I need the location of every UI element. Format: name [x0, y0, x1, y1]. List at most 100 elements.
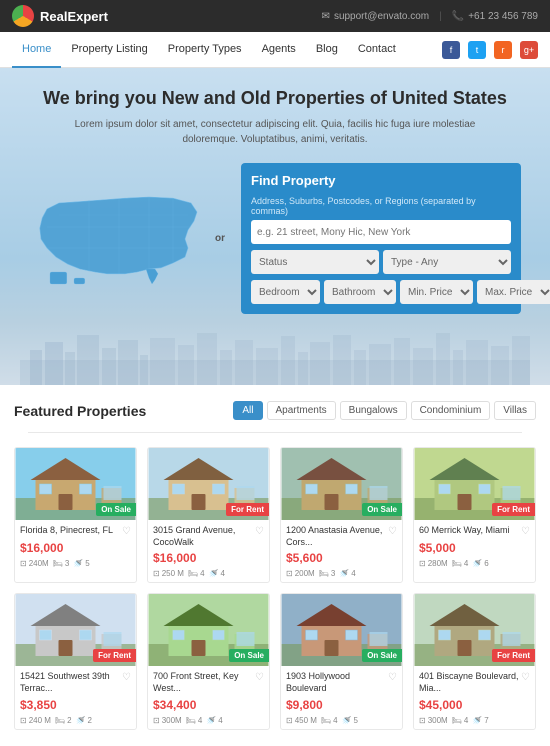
baths-detail: 🚿 5 [342, 716, 358, 725]
property-price: $5,600 [286, 551, 397, 565]
max-price-select[interactable]: Max. Price [477, 280, 550, 304]
property-address: 60 Merrick Way, Miami ♡ [419, 525, 530, 538]
filter-apartments[interactable]: Apartments [267, 401, 336, 420]
favorite-icon[interactable]: ♡ [521, 671, 530, 684]
facebook-icon[interactable]: f [442, 41, 460, 59]
area-detail: ⊡ 450 M [286, 716, 317, 725]
property-info: Florida 8, Pinecrest, FL ♡ $16,000 ⊡ 240… [15, 520, 136, 572]
favorite-icon[interactable]: ♡ [122, 525, 131, 538]
baths-detail: 🚿 4 [339, 569, 355, 578]
area-detail: ⊡ 280M [419, 559, 448, 568]
property-card[interactable]: On Sale Florida 8, Pinecrest, FL ♡ $16,0… [14, 447, 137, 583]
property-image: For Rent [414, 448, 535, 520]
search-box-title: Find Property [251, 173, 511, 188]
property-address: 1200 Anastasia Avenue, Cors... ♡ [286, 525, 397, 548]
type-select[interactable]: Type - Any Apartment Bungalow Villa [383, 250, 511, 274]
property-address: 3015 Grand Avenue, CocoWalk ♡ [153, 525, 264, 548]
property-image: On Sale [15, 448, 136, 520]
bath-icon: 🚿 [472, 559, 482, 568]
favorite-icon[interactable]: ♡ [255, 525, 264, 538]
baths-detail: 🚿 5 [73, 559, 89, 568]
min-price-select[interactable]: Min. Price [400, 280, 473, 304]
property-address: Florida 8, Pinecrest, FL ♡ [20, 525, 131, 538]
property-price: $34,400 [153, 698, 264, 712]
property-image: For Rent [414, 594, 535, 666]
status-select[interactable]: Status For Sale For Rent [251, 250, 379, 274]
rss-icon[interactable]: r [494, 41, 512, 59]
property-details: ⊡ 280M 🛏 4 🚿 6 [419, 559, 530, 568]
property-address: 700 Front Street, Key West... ♡ [153, 671, 264, 694]
hero-map-row: or Find Property Address, Suburbs, Postc… [20, 163, 530, 324]
twitter-icon[interactable]: t [468, 41, 486, 59]
favorite-icon[interactable]: ♡ [388, 525, 397, 538]
property-card[interactable]: On Sale 700 Front Street, Key West... ♡ … [147, 593, 270, 729]
property-price: $9,800 [286, 698, 397, 712]
googleplus-icon[interactable]: g+ [520, 41, 538, 59]
filter-condominium[interactable]: Condominium [411, 401, 491, 420]
bed-icon: 🛏 [321, 716, 331, 725]
header: RealExpert ✉ support@envato.com | 📞 +61 … [0, 0, 550, 32]
property-card[interactable]: On Sale 1200 Anastasia Avenue, Cors... ♡… [280, 447, 403, 583]
property-details: ⊡ 300M 🛏 4 🚿 7 [419, 716, 530, 725]
area-icon: ⊡ [286, 716, 293, 725]
navbar: Home Property Listing Property Types Age… [0, 32, 550, 68]
bed-icon: 🛏 [188, 569, 198, 578]
property-image: On Sale [281, 594, 402, 666]
bath-icon: 🚿 [342, 716, 352, 725]
bathroom-select[interactable]: Bathroom 1234 [324, 280, 396, 304]
bath-icon: 🚿 [76, 716, 86, 725]
area-icon: ⊡ [419, 716, 426, 725]
beds-detail: 🛏 4 [321, 716, 338, 725]
baths-detail: 🚿 4 [206, 716, 222, 725]
nav-agents[interactable]: Agents [252, 32, 306, 68]
property-card[interactable]: On Sale 1903 Hollywood Boulevard ♡ $9,80… [280, 593, 403, 729]
beds-detail: 🛏 2 [55, 716, 72, 725]
property-card[interactable]: For Rent 401 Biscayne Boulevard, Mia... … [413, 593, 536, 729]
property-image: On Sale [148, 594, 269, 666]
bath-icon: 🚿 [472, 716, 482, 725]
filter-bungalows[interactable]: Bungalows [340, 401, 407, 420]
nav-home[interactable]: Home [12, 32, 61, 68]
property-address: 15421 Southwest 39th Terrac... ♡ [20, 671, 131, 694]
nav-contact[interactable]: Contact [348, 32, 406, 68]
bedroom-select[interactable]: Bedroom 1234 [251, 280, 320, 304]
nav-property-listing[interactable]: Property Listing [61, 32, 157, 68]
header-contact: ✉ support@envato.com | 📞 +61 23 456 789 [322, 11, 538, 22]
bath-icon: 🚿 [209, 569, 219, 578]
baths-detail: 🚿 4 [209, 569, 225, 578]
skyline-silhouette [20, 330, 530, 385]
area-detail: ⊡ 300M [419, 716, 448, 725]
nav-blog[interactable]: Blog [306, 32, 348, 68]
bed-icon: 🛏 [186, 716, 196, 725]
area-detail: ⊡ 240M [20, 559, 49, 568]
beds-detail: 🛏 4 [188, 569, 205, 578]
property-image: On Sale [281, 448, 402, 520]
us-map [29, 184, 209, 294]
filter-all[interactable]: All [233, 401, 262, 420]
baths-detail: 🚿 7 [472, 716, 488, 725]
favorite-icon[interactable]: ♡ [122, 671, 131, 684]
property-badge: On Sale [229, 649, 269, 662]
property-badge: For Rent [226, 503, 269, 516]
property-card[interactable]: For Rent 15421 Southwest 39th Terrac... … [14, 593, 137, 729]
favorite-icon[interactable]: ♡ [521, 525, 530, 538]
address-input[interactable] [251, 220, 511, 244]
bath-icon: 🚿 [73, 559, 83, 568]
beds-detail: 🛏 3 [53, 559, 70, 568]
bath-icon: 🚿 [339, 569, 349, 578]
property-info: 1903 Hollywood Boulevard ♡ $9,800 ⊡ 450 … [281, 666, 402, 728]
baths-detail: 🚿 2 [76, 716, 92, 725]
filter-villas[interactable]: Villas [494, 401, 536, 420]
logo-icon [12, 5, 34, 27]
property-card[interactable]: For Rent 60 Merrick Way, Miami ♡ $5,000 … [413, 447, 536, 583]
favorite-icon[interactable]: ♡ [388, 671, 397, 684]
property-price: $16,000 [153, 551, 264, 565]
property-card[interactable]: For Rent 3015 Grand Avenue, CocoWalk ♡ $… [147, 447, 270, 583]
area-icon: ⊡ [153, 716, 160, 725]
property-price: $3,850 [20, 698, 131, 712]
nav-property-types[interactable]: Property Types [158, 32, 252, 68]
favorite-icon[interactable]: ♡ [255, 671, 264, 684]
beds-detail: 🛏 4 [186, 716, 203, 725]
featured-title: Featured Properties [14, 403, 146, 419]
property-address: 1903 Hollywood Boulevard ♡ [286, 671, 397, 694]
